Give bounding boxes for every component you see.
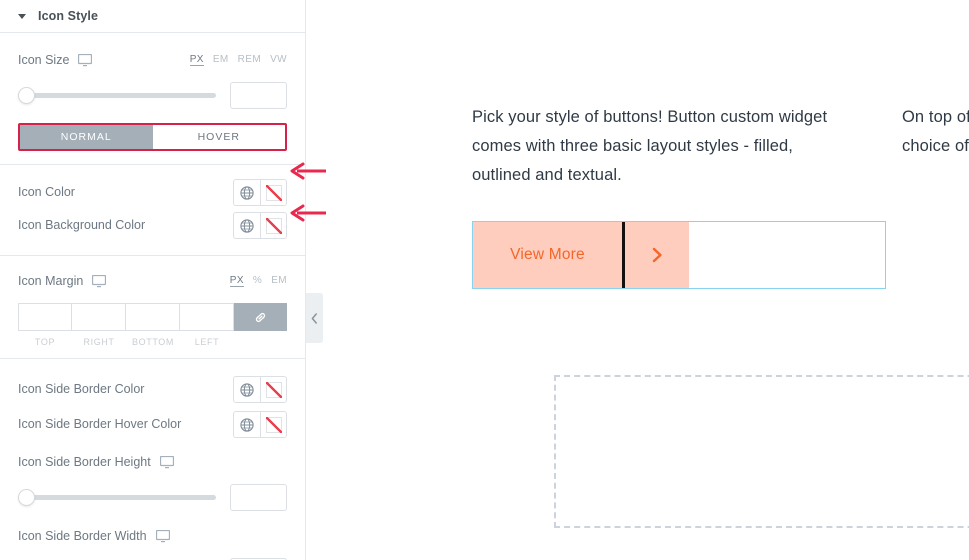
icon-size-slider-row: [18, 82, 287, 109]
empty-color-swatch-icon[interactable]: [260, 412, 286, 437]
icon-side-border-height-row: Icon Side Border Height: [18, 449, 287, 475]
unit-px[interactable]: PX: [229, 275, 244, 287]
icon-color-row: Icon Color: [18, 176, 287, 209]
margin-top-field: TOP: [18, 303, 72, 347]
icon-style-section-header[interactable]: Icon Style: [0, 0, 305, 33]
icon-color-picker: [233, 179, 287, 206]
icon-side-border-hover-color-row: Icon Side Border Hover Color: [18, 407, 287, 442]
globe-icon[interactable]: [234, 180, 260, 205]
tab-hover[interactable]: HOVER: [152, 125, 285, 149]
margin-left-input[interactable]: [180, 303, 234, 331]
desktop-monitor-icon[interactable]: [159, 455, 174, 469]
margin-top-caption: TOP: [34, 337, 56, 347]
paragraph-left: Pick your style of buttons! Button custo…: [472, 108, 828, 184]
empty-drop-zone[interactable]: [554, 375, 969, 528]
icon-side-border-color-row: Icon Side Border Color: [18, 372, 287, 407]
margin-bottom-caption: BOTTOM: [132, 337, 174, 347]
icon-size-label: Icon Size: [18, 52, 70, 67]
icon-margin-fields: TOP RIGHT BOTTOM LEFT: [18, 303, 287, 347]
globe-icon[interactable]: [234, 412, 260, 437]
state-tabs: NORMAL HOVER: [18, 123, 287, 151]
icon-margin-label: Icon Margin: [18, 273, 84, 288]
slider-track: [18, 495, 216, 500]
link-chain-icon[interactable]: [234, 303, 287, 331]
icon-size-row: Icon Size PX EM REM VW: [18, 47, 287, 73]
settings-panel: Icon Style Icon Size PX EM REM VW NORMAL…: [0, 0, 306, 560]
icon-size-group: Icon Size PX EM REM VW NORMAL HOVER: [0, 33, 305, 165]
margin-left-caption: LEFT: [194, 337, 220, 347]
icon-margin-group: Icon Margin PX % EM TOP RIGHT BOTTOM LEF…: [0, 256, 305, 359]
empty-color-swatch-icon[interactable]: [260, 377, 286, 402]
icon-side-border-height-label: Icon Side Border Height: [18, 454, 151, 469]
unit-em[interactable]: EM: [213, 54, 229, 65]
icon-background-color-row: Icon Background Color: [18, 209, 287, 242]
icon-colors-group: Icon Color Icon Background Color: [0, 165, 305, 256]
chevron-right-icon: [652, 247, 662, 263]
unit-px[interactable]: PX: [189, 54, 204, 66]
icon-side-border-height-slider[interactable]: [18, 489, 216, 507]
globe-icon[interactable]: [234, 213, 260, 238]
margin-top-input[interactable]: [18, 303, 72, 331]
empty-color-swatch-icon[interactable]: [260, 213, 286, 238]
section-title: Icon Style: [38, 9, 99, 23]
icon-side-border-group: Icon Side Border Color Icon Side Border …: [0, 359, 305, 560]
icon-side-border-hover-color-label: Icon Side Border Hover Color: [18, 417, 182, 432]
slider-track: [18, 93, 216, 98]
editor-root: Icon Style Icon Size PX EM REM VW NORMAL…: [0, 0, 969, 560]
icon-background-color-picker: [233, 212, 287, 239]
margin-bottom-field: BOTTOM: [126, 303, 180, 347]
icon-side-border-height-input[interactable]: [230, 484, 287, 511]
unit-vw[interactable]: VW: [270, 54, 287, 65]
icon-size-unit-switcher: PX EM REM VW: [189, 54, 287, 66]
button-icon[interactable]: [625, 222, 689, 288]
unit-rem[interactable]: REM: [238, 54, 261, 65]
unit-percent[interactable]: %: [253, 275, 262, 286]
margin-bottom-input[interactable]: [126, 303, 180, 331]
icon-side-border-width-label: Icon Side Border Width: [18, 528, 147, 543]
button-label[interactable]: View More: [473, 222, 622, 288]
caret-down-icon: [18, 13, 26, 19]
tab-normal[interactable]: NORMAL: [20, 125, 153, 149]
button-widget[interactable]: View More: [472, 221, 886, 289]
empty-color-swatch-icon[interactable]: [260, 180, 286, 205]
icon-side-border-width-row: Icon Side Border Width: [18, 523, 287, 549]
margin-left-field: LEFT: [180, 303, 234, 347]
margin-right-field: RIGHT: [72, 303, 126, 347]
icon-margin-row: Icon Margin PX % EM: [18, 268, 287, 294]
unit-em[interactable]: EM: [271, 275, 287, 286]
panel-collapse-handle[interactable]: [306, 293, 323, 343]
desktop-monitor-icon[interactable]: [155, 529, 170, 543]
icon-side-border-color-picker: [233, 376, 287, 403]
icon-size-slider[interactable]: [18, 87, 216, 105]
icon-margin-unit-switcher: PX % EM: [229, 275, 287, 287]
icon-side-border-height-slider-row: [18, 484, 287, 511]
icon-background-color-label: Icon Background Color: [18, 218, 146, 233]
margin-right-input[interactable]: [72, 303, 126, 331]
desktop-monitor-icon[interactable]: [78, 53, 93, 67]
icon-size-input[interactable]: [230, 82, 287, 109]
icon-color-label: Icon Color: [18, 185, 75, 200]
slider-handle[interactable]: [18, 489, 35, 506]
paragraph-right: On top of that, you also get a choice of…: [902, 108, 969, 155]
chevron-left-icon: [311, 312, 317, 324]
slider-handle[interactable]: [18, 87, 35, 104]
margin-right-caption: RIGHT: [83, 337, 115, 347]
globe-icon[interactable]: [234, 377, 260, 402]
icon-side-border-hover-color-picker: [233, 411, 287, 438]
desktop-monitor-icon[interactable]: [92, 274, 107, 288]
preview-canvas: Pick your style of buttons! Button custo…: [306, 0, 969, 560]
icon-side-border-color-label: Icon Side Border Color: [18, 382, 145, 397]
